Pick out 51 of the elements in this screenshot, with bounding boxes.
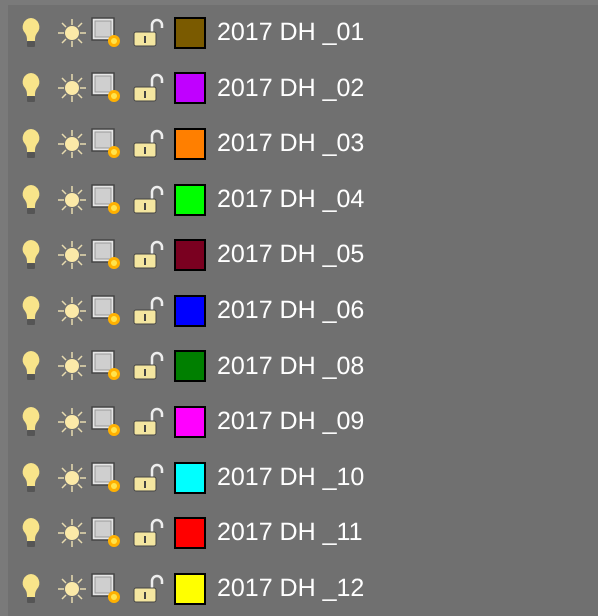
color-swatch[interactable]	[174, 517, 206, 550]
open-lock-icon[interactable]	[132, 572, 166, 605]
sun-icon[interactable]	[56, 462, 88, 494]
layer-name: 2017 DH _03	[217, 128, 364, 160]
open-lock-icon[interactable]	[132, 128, 166, 160]
color-swatch[interactable]	[174, 72, 206, 104]
color-swatch[interactable]	[174, 572, 206, 605]
lightbulb-icon[interactable]	[20, 294, 42, 328]
color-swatch[interactable]	[174, 294, 206, 327]
layer-name: 2017 DH _10	[217, 462, 364, 493]
open-lock-icon[interactable]	[132, 406, 166, 438]
layer-name: 2017 DH _11	[217, 517, 362, 548]
open-lock-icon[interactable]	[132, 517, 166, 550]
color-swatch[interactable]	[174, 462, 206, 494]
sun-icon[interactable]	[56, 72, 88, 104]
sun-icon[interactable]	[56, 350, 88, 382]
open-lock-icon[interactable]	[132, 239, 166, 272]
sun-icon[interactable]	[56, 239, 88, 272]
lightbulb-icon[interactable]	[20, 16, 42, 50]
layer-name: 2017 DH _08	[217, 350, 364, 382]
sun-icon[interactable]	[56, 517, 88, 550]
open-lock-icon[interactable]	[132, 72, 166, 104]
open-lock-icon[interactable]	[132, 294, 166, 327]
layer-name: 2017 DH _12	[217, 572, 364, 604]
color-swatch[interactable]	[174, 239, 206, 272]
color-swatch[interactable]	[174, 128, 206, 160]
open-lock-icon[interactable]	[132, 350, 166, 382]
layer-name: 2017 DH _02	[217, 72, 364, 104]
sun-icon[interactable]	[56, 406, 88, 438]
sun-icon[interactable]	[56, 294, 88, 327]
layer-name: 2017 DH _06	[217, 295, 364, 326]
lightbulb-icon[interactable]	[20, 460, 42, 495]
layer-name: 2017 DH _01	[217, 17, 364, 48]
lightbulb-icon[interactable]	[20, 126, 42, 161]
layer-name: 2017 DH _05	[217, 239, 364, 270]
sun-icon[interactable]	[56, 184, 88, 216]
color-swatch[interactable]	[174, 350, 206, 382]
sun-icon[interactable]	[56, 16, 88, 49]
open-lock-icon[interactable]	[132, 462, 166, 494]
color-swatch[interactable]	[174, 16, 206, 49]
layer-name: 2017 DH _04	[217, 184, 364, 215]
lightbulb-icon[interactable]	[20, 404, 42, 439]
sun-icon[interactable]	[56, 572, 88, 605]
sun-icon[interactable]	[56, 128, 88, 160]
lightbulb-icon[interactable]	[20, 572, 42, 606]
color-swatch[interactable]	[174, 184, 206, 216]
open-lock-icon[interactable]	[132, 184, 166, 216]
layer-name: 2017 DH _09	[217, 406, 364, 438]
open-lock-icon[interactable]	[132, 16, 166, 49]
lightbulb-icon[interactable]	[20, 182, 42, 217]
color-swatch[interactable]	[174, 406, 206, 438]
